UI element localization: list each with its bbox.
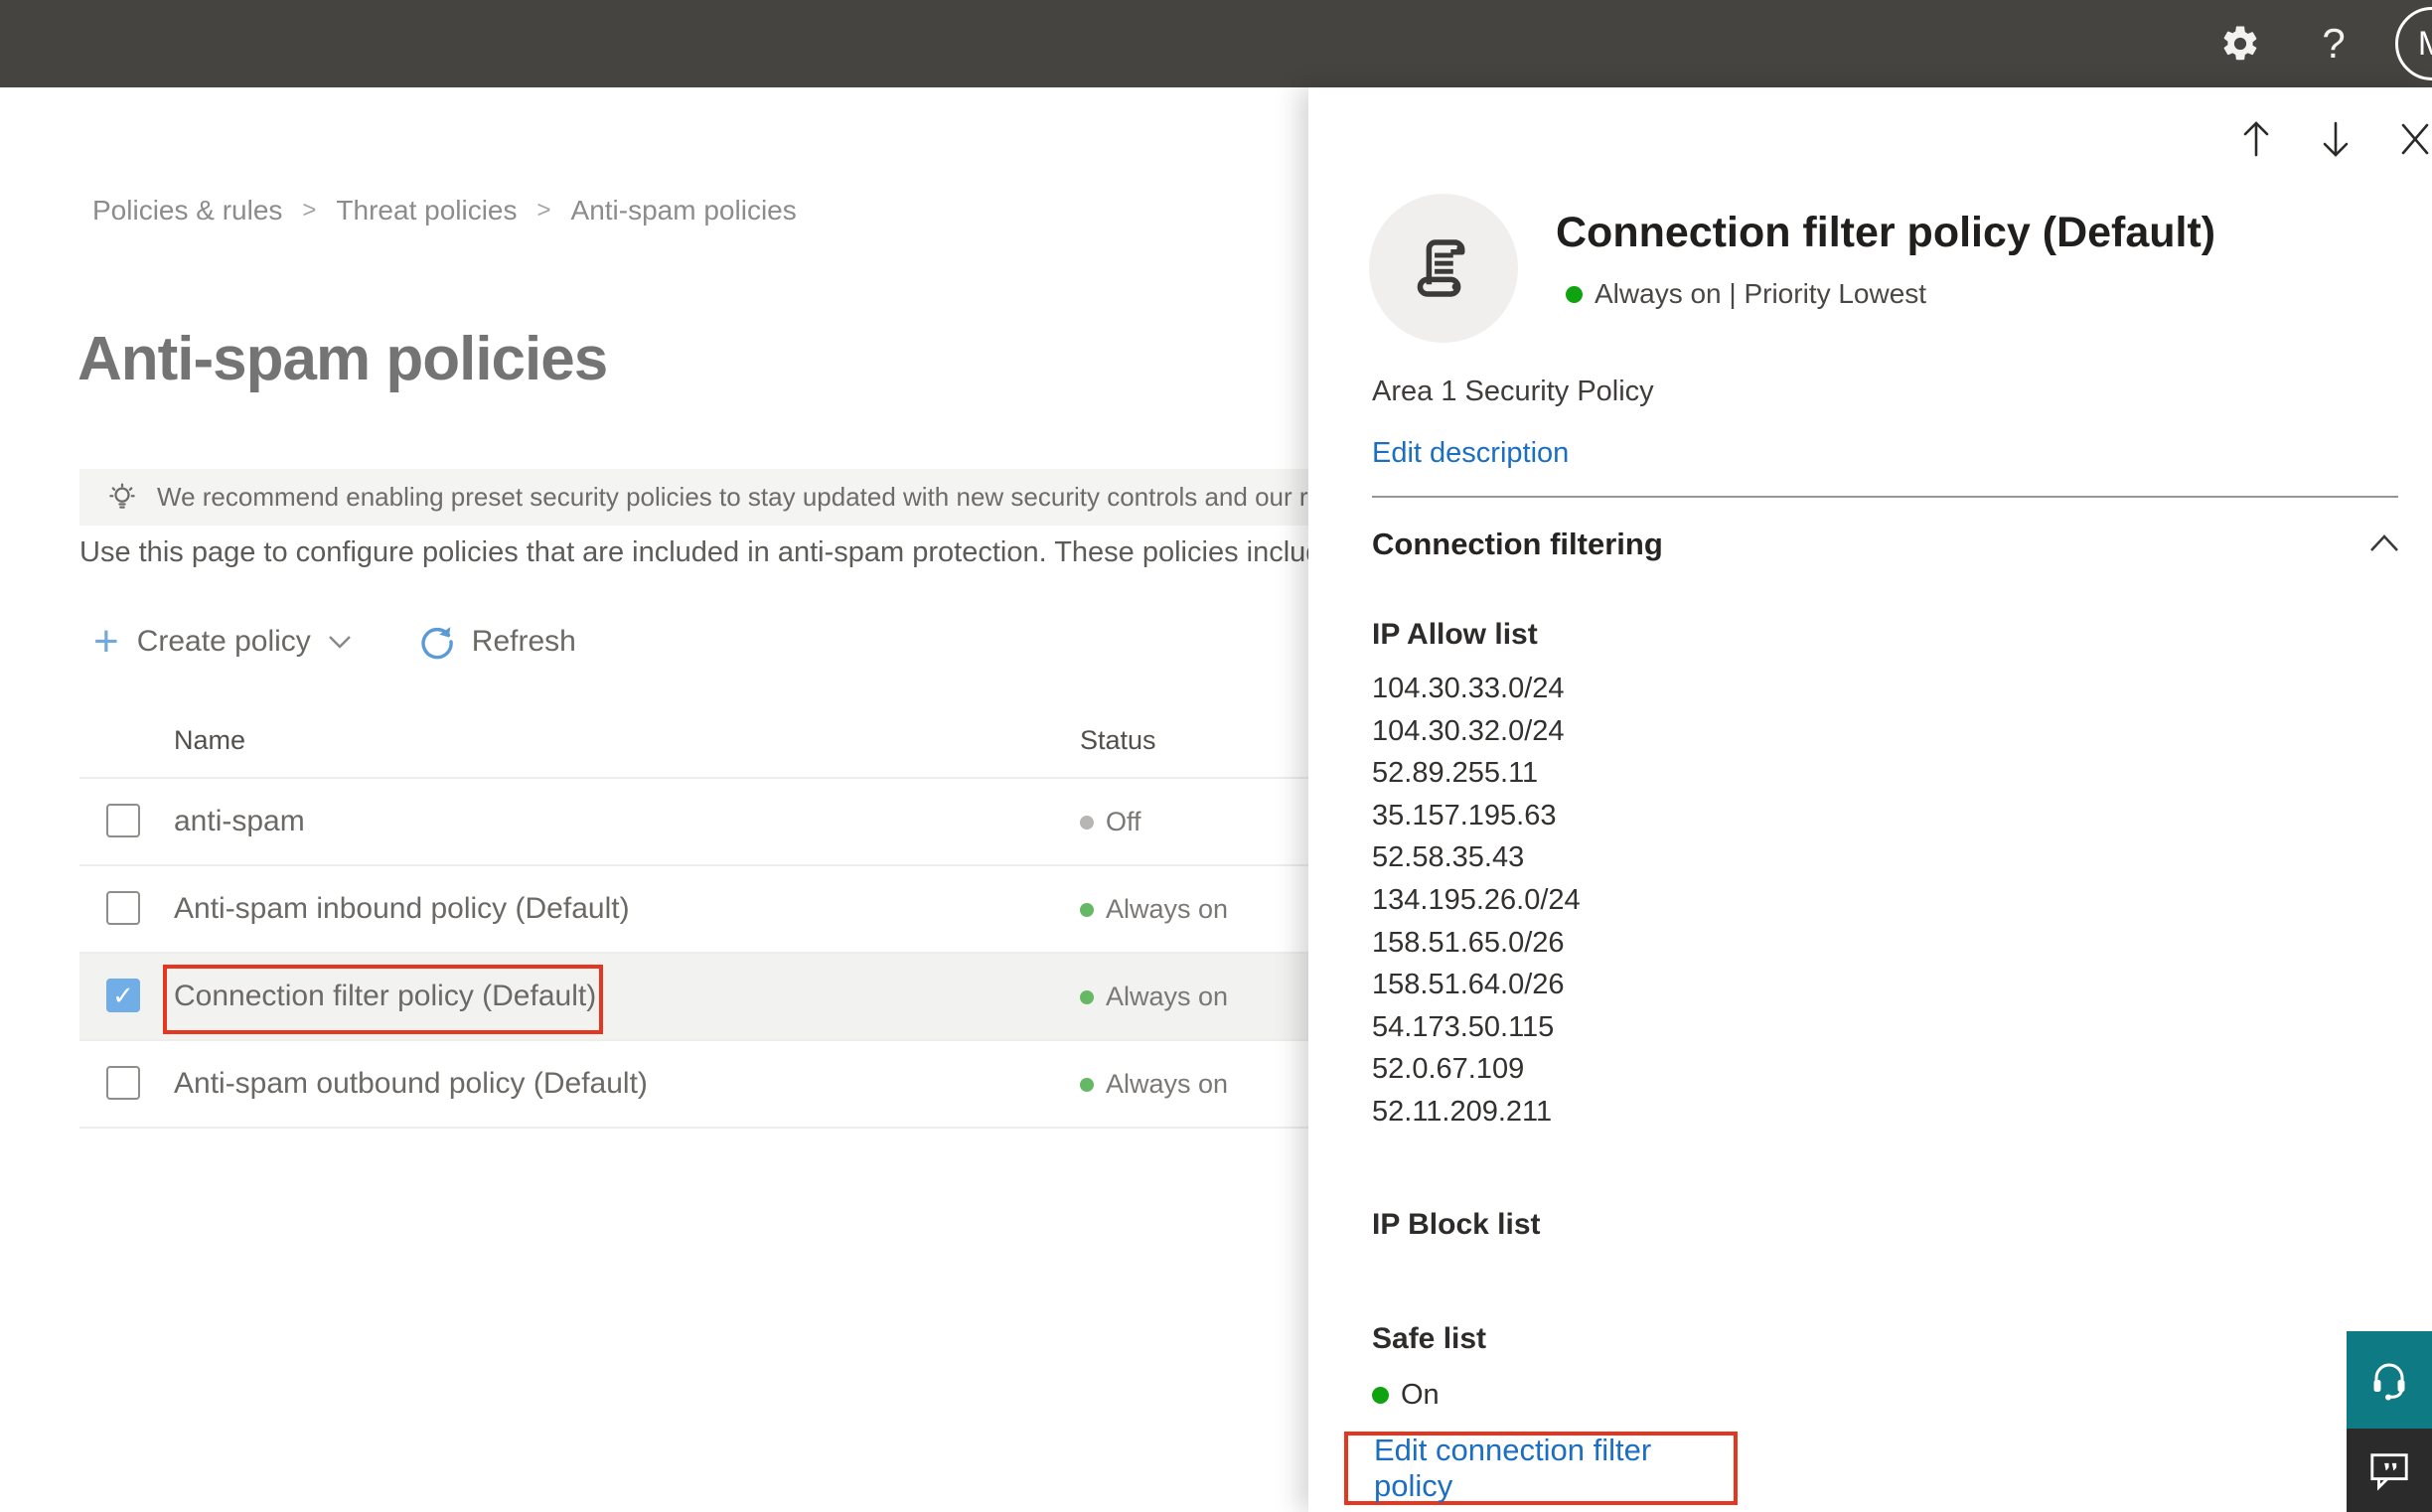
chevron-up-icon[interactable] (2367, 532, 2401, 554)
page-title: Anti-spam policies (77, 325, 608, 393)
help-button[interactable]: ? (2303, 0, 2364, 87)
table-row[interactable]: anti-spam Off (79, 777, 1308, 864)
status-dot (1080, 989, 1094, 1004)
row-checkbox[interactable] (106, 1066, 140, 1100)
panel-title: Connection filter policy (Default) (1556, 209, 2216, 256)
create-policy-button[interactable]: + Create policy (93, 617, 353, 666)
plus-icon: + (93, 617, 119, 666)
arrow-down-icon[interactable] (2319, 119, 2353, 159)
breadcrumb-anti-spam-policies[interactable]: Anti-spam policies (571, 195, 797, 227)
policy-status: Off (1080, 807, 1141, 837)
table-header: Name Status (79, 717, 1308, 777)
support-widget-button[interactable] (2347, 1331, 2432, 1429)
scroll-icon (1417, 239, 1465, 297)
row-checkbox-checked[interactable] (106, 979, 140, 1012)
table-row[interactable]: Anti-spam inbound policy (Default) Alway… (79, 864, 1308, 952)
policy-status: Always on (1080, 894, 1228, 925)
feedback-icon (2370, 1453, 2408, 1491)
ip-entry: 54.173.50.115 (1372, 1010, 1555, 1043)
row-checkbox[interactable] (106, 891, 140, 925)
settings-button[interactable] (2207, 0, 2273, 87)
breadcrumb-policies-rules[interactable]: Policies & rules (92, 195, 282, 227)
policies-table: anti-spam Off Anti-spam inbound policy (… (79, 777, 1308, 1129)
ip-entry: 104.30.33.0/24 (1372, 673, 1565, 704)
status-dot (1372, 1387, 1389, 1404)
divider (1372, 496, 2398, 498)
breadcrumb-threat-policies[interactable]: Threat policies (336, 195, 517, 227)
policy-description: Area 1 Security Policy (1372, 376, 1654, 407)
chevron-down-icon (328, 636, 351, 649)
policy-name[interactable]: anti-spam (174, 805, 305, 838)
gear-icon (2223, 26, 2257, 61)
refresh-button[interactable]: Refresh (418, 623, 576, 661)
ip-entry: 134.195.26.0/24 (1372, 883, 1581, 916)
row-checkbox[interactable] (106, 804, 140, 837)
status-dot (1080, 815, 1094, 830)
ip-entry: 52.89.255.11 (1372, 757, 1539, 790)
policy-status: Always on (1080, 982, 1228, 1012)
refresh-icon (421, 627, 453, 660)
breadcrumb-separator: > (302, 197, 317, 224)
ip-allow-list: 104.30.33.0/24 104.30.32.0/24 52.89.255.… (1372, 668, 1581, 1134)
column-header-status[interactable]: Status (1080, 725, 1156, 756)
panel-status-line: Always on | Priority Lowest (1566, 278, 1926, 310)
table-row[interactable]: Anti-spam outbound policy (Default) Alwa… (79, 1039, 1308, 1129)
panel-nav (1308, 119, 2432, 159)
ip-allow-list-title: IP Allow list (1372, 618, 1538, 651)
ip-entry: 158.51.65.0/26 (1372, 926, 1565, 959)
anti-spam-policies-page: ? M Policies & rules > Threat policies >… (0, 0, 2432, 1512)
arrow-up-icon[interactable] (2239, 119, 2273, 159)
lightbulb-icon (109, 483, 135, 509)
headset-icon (2373, 1363, 2405, 1401)
page-description: Use this page to configure policies that… (79, 536, 1308, 568)
ip-entry: 52.58.35.43 (1372, 841, 1525, 874)
policy-details-panel: Connection filter policy (Default) Alway… (1308, 87, 2432, 1512)
breadcrumb-separator: > (536, 197, 551, 224)
close-icon[interactable] (2399, 121, 2431, 157)
section-connection-filtering: Connection filtering (1372, 527, 1663, 561)
safe-list-title: Safe list (1372, 1322, 1487, 1355)
ip-entry: 52.0.67.109 (1372, 1053, 1525, 1086)
policy-icon-circle (1369, 194, 1518, 343)
toolbar: + Create policy Refresh (93, 618, 576, 666)
ip-entry: 52.11.209.211 (1372, 1095, 1553, 1128)
table-row-selected[interactable]: Connection filter policy (Default) Alway… (79, 952, 1308, 1039)
policy-status: Always on (1080, 1069, 1228, 1100)
status-dot (1566, 285, 1583, 303)
feedback-widget-button[interactable] (2347, 1429, 2432, 1512)
column-header-name[interactable]: Name (174, 725, 245, 756)
ip-block-list-title: IP Block list (1372, 1208, 1541, 1241)
avatar-initial: M (2417, 24, 2432, 63)
account-avatar[interactable]: M (2395, 7, 2432, 80)
recommendation-banner: We recommend enabling preset security po… (79, 469, 1308, 526)
status-dot (1080, 902, 1094, 917)
policy-name[interactable]: Anti-spam inbound policy (Default) (174, 892, 630, 926)
edit-highlight-box: Edit connection filter policy (1344, 1432, 1738, 1505)
help-icon: ? (2322, 20, 2346, 67)
edit-description-link[interactable]: Edit description (1372, 437, 1569, 470)
ip-entry: 158.51.64.0/26 (1372, 969, 1565, 1001)
ip-entry: 35.157.195.63 (1372, 799, 1557, 832)
ip-entry: 104.30.32.0/24 (1372, 714, 1565, 747)
breadcrumb: Policies & rules > Threat policies > Ant… (92, 195, 797, 227)
top-bar: ? M (0, 0, 2432, 87)
policy-name[interactable]: Connection filter policy (Default) (174, 980, 596, 1013)
banner-text: We recommend enabling preset security po… (157, 482, 1308, 512)
status-dot (1080, 1077, 1094, 1092)
safe-list-status: On (1372, 1379, 1440, 1412)
edit-connection-filter-policy-link[interactable]: Edit connection filter policy (1374, 1433, 1734, 1504)
policy-name[interactable]: Anti-spam outbound policy (Default) (174, 1067, 648, 1101)
